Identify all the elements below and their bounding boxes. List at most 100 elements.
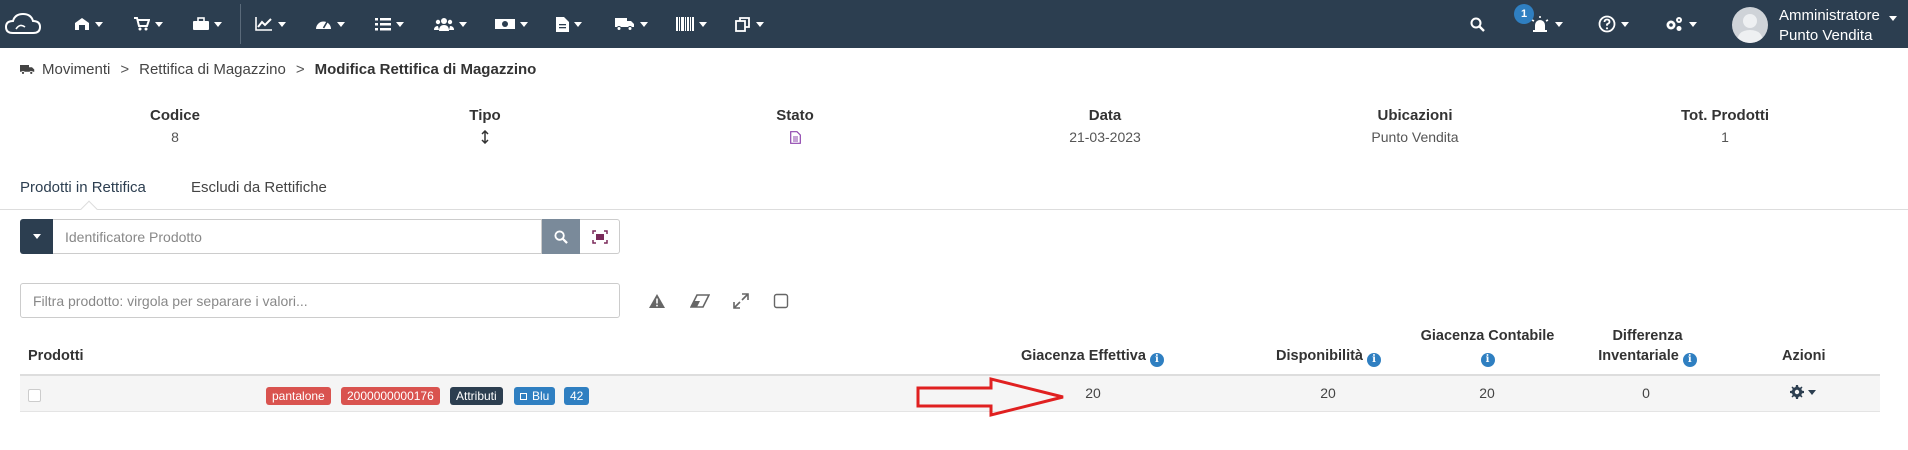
- info-icon[interactable]: i: [1682, 353, 1697, 367]
- nav-divider: [240, 4, 241, 44]
- tipo-label: Tipo: [469, 107, 501, 124]
- briefcase-icon: [193, 17, 209, 30]
- list-menu[interactable]: [375, 0, 404, 48]
- header-giacenza-contabile[interactable]: Giacenza Contabile i: [1410, 326, 1565, 367]
- scan-icon: [591, 229, 608, 244]
- gear-icon: [1790, 385, 1804, 399]
- barcode-menu[interactable]: [676, 0, 707, 48]
- documents-menu[interactable]: [556, 0, 582, 48]
- search-type-dropdown[interactable]: [20, 219, 53, 254]
- summary-ubicazioni: Ubicazioni Punto Vendita: [1315, 107, 1515, 147]
- truck-menu[interactable]: [615, 0, 648, 48]
- header-prodotti[interactable]: Prodotti: [28, 346, 84, 366]
- truck-icon: [615, 18, 634, 31]
- settings-menu[interactable]: [1664, 0, 1697, 48]
- document-icon: [789, 130, 801, 144]
- dashboard-menu[interactable]: [315, 0, 345, 48]
- arrows-vertical-icon: [481, 130, 489, 144]
- codice-value: 8: [171, 129, 179, 145]
- tag-barcode: 2000000000176: [341, 387, 440, 405]
- tag-color: Blu: [514, 387, 556, 405]
- codice-label: Codice: [149, 107, 200, 124]
- notifications-menu[interactable]: [1530, 0, 1563, 48]
- barcode-icon: [676, 17, 694, 31]
- ubicazioni-value: Punto Vendita: [1371, 129, 1459, 145]
- charts-menu[interactable]: [255, 0, 286, 48]
- tabs: Prodotti in Rettifica Escludi da Rettifi…: [0, 170, 1908, 210]
- info-icon[interactable]: i: [1367, 353, 1381, 367]
- scan-button[interactable]: [580, 219, 620, 254]
- alarm-icon: [1531, 16, 1549, 32]
- breadcrumb-separator: >: [120, 60, 130, 78]
- tag-product-name: pantalone: [266, 387, 331, 405]
- cell-disponibilita: 20: [1320, 385, 1336, 401]
- breadcrumb-movimenti[interactable]: Movimenti: [42, 61, 110, 78]
- briefcase-menu[interactable]: [193, 0, 222, 48]
- search-icon[interactable]: [1470, 0, 1485, 48]
- users-menu[interactable]: [434, 0, 467, 48]
- row-checkbox[interactable]: [28, 389, 41, 402]
- data-value: 21-03-2023: [1069, 129, 1141, 145]
- breadcrumb-current: Modifica Rettifica di Magazzino: [314, 60, 537, 78]
- money-icon: [495, 19, 515, 29]
- header-azioni: Azioni: [1782, 348, 1826, 364]
- user-avatar[interactable]: [1732, 7, 1768, 43]
- users-icon: [434, 18, 454, 31]
- user-menu-caret[interactable]: [1889, 0, 1897, 42]
- select-all-checkbox[interactable]: [770, 290, 792, 312]
- breadcrumb: Movimenti > Rettifica di Magazzino > Mod…: [20, 59, 536, 79]
- header-differenza-inventariale[interactable]: Differenza Inventariale i: [1580, 326, 1715, 367]
- user-menu[interactable]: Amministratore Punto Vendita: [1779, 6, 1880, 46]
- info-icon[interactable]: i: [1149, 353, 1164, 367]
- breadcrumb-rettifica[interactable]: Rettifica di Magazzino: [139, 61, 286, 78]
- help-icon: [1598, 15, 1616, 33]
- truck-icon: [20, 64, 35, 75]
- stato-label: Stato: [776, 107, 814, 124]
- tab-escludi-da-rettifiche[interactable]: Escludi da Rettifiche: [191, 170, 327, 210]
- warning-icon[interactable]: [646, 290, 668, 312]
- header-giacenza-effettiva[interactable]: Giacenza Effettiva i: [1021, 346, 1164, 367]
- tot-prodotti-label: Tot. Prodotti: [1680, 107, 1770, 124]
- product-filter-input[interactable]: [20, 283, 620, 318]
- header-differenza-line2: Inventariale: [1598, 348, 1679, 364]
- warehouse-menu[interactable]: [74, 0, 103, 48]
- help-menu[interactable]: [1598, 0, 1629, 48]
- annotation-arrow: [916, 377, 1064, 417]
- eraser-icon[interactable]: [689, 290, 711, 312]
- line-chart-icon: [255, 17, 272, 31]
- notification-badge: 1: [1514, 4, 1534, 24]
- tag-color-label: Blu: [532, 389, 550, 403]
- cell-giacenza-effettiva: 20: [1085, 385, 1101, 401]
- money-menu[interactable]: [495, 0, 528, 48]
- search-icon: [554, 229, 568, 244]
- row-actions-button[interactable]: [1790, 385, 1816, 399]
- search-group: [20, 219, 620, 254]
- product-identifier-input[interactable]: [53, 219, 542, 254]
- summary-data: Data 21-03-2023: [1005, 107, 1205, 147]
- cogs-icon: [1666, 17, 1682, 31]
- expand-icon[interactable]: [730, 290, 752, 312]
- summary-tot-prodotti: Tot. Prodotti 1: [1625, 107, 1825, 147]
- top-navbar: 1 Amministratore Punto Vendita: [0, 0, 1908, 48]
- list-icon: [375, 18, 391, 31]
- user-role: Amministratore: [1779, 7, 1880, 24]
- copy-menu[interactable]: [735, 0, 764, 48]
- tab-prodotti-in-rettifica[interactable]: Prodotti in Rettifica: [20, 170, 146, 210]
- warehouse-icon: [75, 18, 89, 30]
- header-giacenza-contabile-label: Giacenza Contabile: [1420, 328, 1555, 344]
- tag-size: 42: [564, 387, 590, 405]
- info-icon[interactable]: i: [1480, 353, 1495, 367]
- summary-codice: Codice 8: [75, 107, 275, 147]
- header-disponibilita[interactable]: Disponibilità i: [1276, 346, 1381, 367]
- header-giacenza-effettiva-label: Giacenza Effettiva: [1021, 348, 1146, 364]
- user-location: Punto Vendita: [1779, 27, 1873, 44]
- cart-menu[interactable]: [134, 0, 163, 48]
- tag-attributi: Attributi: [450, 387, 503, 405]
- cloud-logo-icon[interactable]: [4, 0, 42, 48]
- summary-tipo: Tipo: [385, 107, 585, 147]
- dashboard-icon: [316, 21, 331, 29]
- search-button[interactable]: [542, 219, 580, 254]
- header-disponibilita-label: Disponibilità: [1276, 348, 1363, 364]
- data-label: Data: [1088, 107, 1122, 124]
- tot-prodotti-value: 1: [1721, 129, 1729, 145]
